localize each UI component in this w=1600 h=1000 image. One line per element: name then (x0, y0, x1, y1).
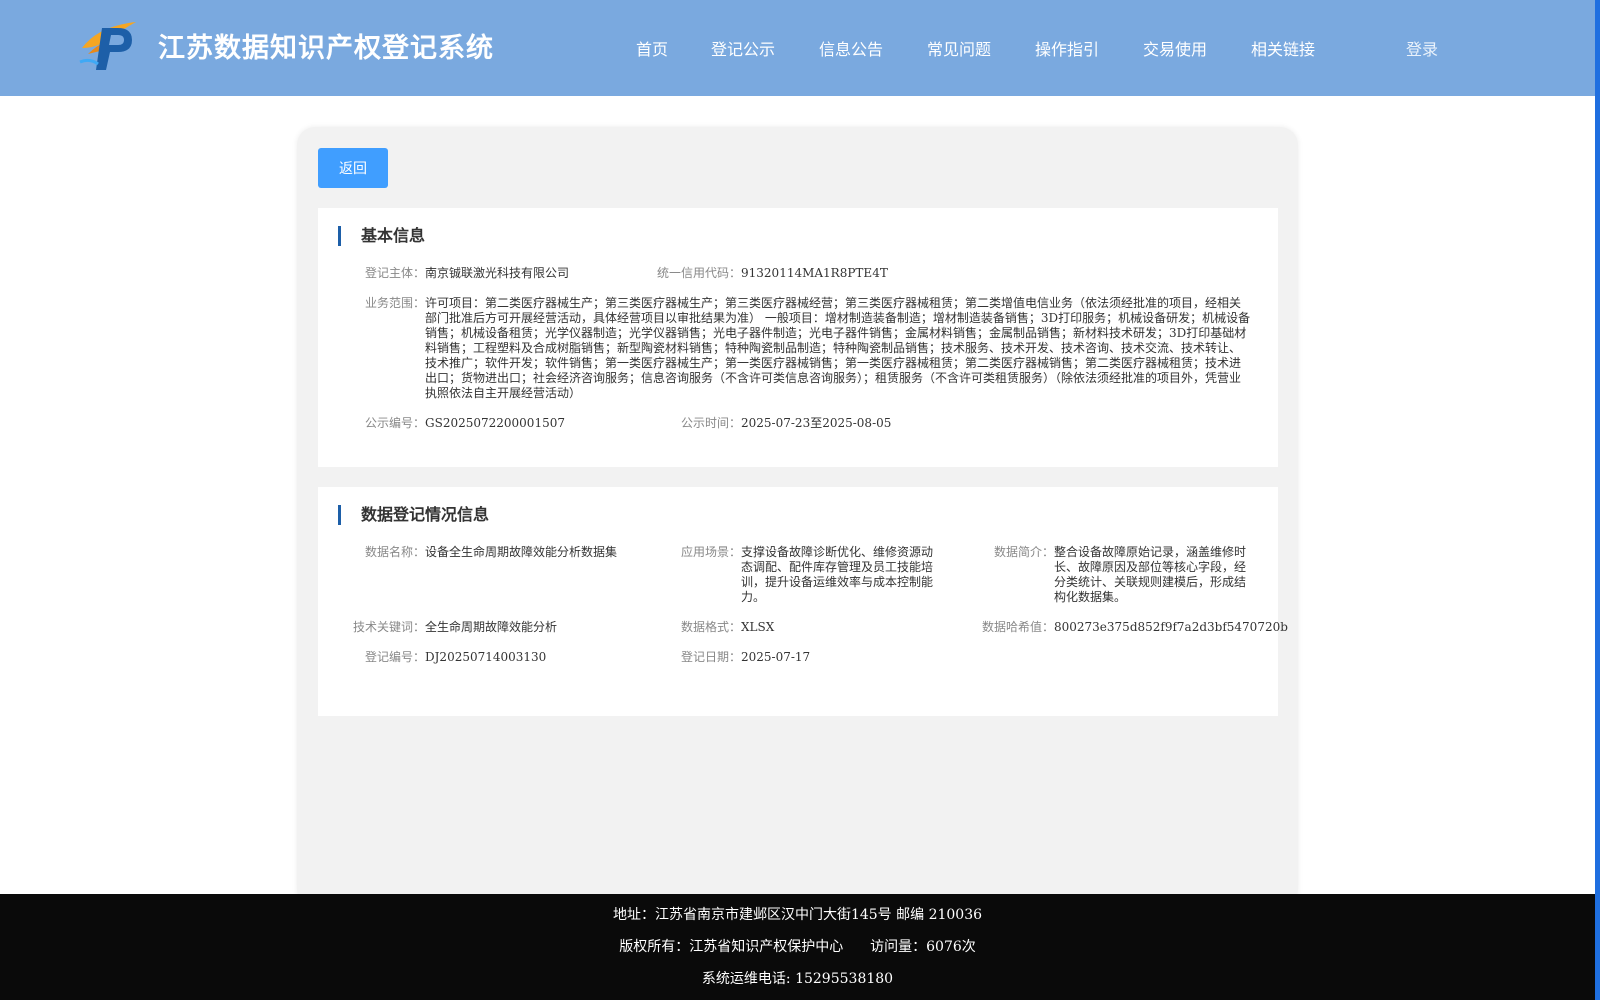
field-value: 2025-07-23至2025-08-05 (741, 416, 892, 430)
field-registration-date: 登记日期： 2025-07-17 (681, 650, 810, 665)
field-value: DJ20250714003130 (425, 650, 547, 664)
field-data-hash: 数据哈希值： 800273e375d852f9f7a2d3bf5470720b (982, 620, 1288, 635)
detail-panel: 返回 基本信息 登记主体： 南京铖联激光科技有限公司 统一信用代码： 91320… (297, 127, 1298, 907)
back-button[interactable]: 返回 (318, 148, 388, 188)
top-header: 江苏数据知识产权登记系统 首页 登记公示 信息公告 常见问题 操作指引 交易使用… (0, 0, 1595, 96)
field-notice-number: 公示编号： GS2025072200001507 (365, 416, 565, 431)
field-credit-code: 统一信用代码： 91320114MA1R8PTE4T (657, 266, 888, 281)
login-link[interactable]: 登录 (1406, 36, 1438, 60)
field-subject: 登记主体： 南京铖联激光科技有限公司 (365, 266, 569, 281)
footer-copyright-line: 版权所有：江苏省知识产权保护中心 访问量：6076次 (0, 936, 1595, 956)
nav-item-announcements[interactable]: 信息公告 (819, 36, 883, 60)
basic-info-card: 基本信息 登记主体： 南京铖联激光科技有限公司 统一信用代码： 91320114… (318, 208, 1278, 467)
nav-item-faq[interactable]: 常见问题 (927, 36, 991, 60)
logo-icon (79, 22, 136, 70)
field-data-name: 数据名称： 设备全生命周期故障效能分析数据集 (365, 545, 617, 560)
nav-item-home[interactable]: 首页 (636, 36, 668, 60)
footer-visits: 访问量：6076次 (870, 939, 976, 955)
nav-item-guide[interactable]: 操作指引 (1035, 36, 1099, 60)
field-value: 91320114MA1R8PTE4T (741, 266, 888, 280)
field-label: 应用场景： (681, 545, 742, 559)
field-value: 许可项目：第二类医疗器械生产；第三类医疗器械生产；第三类医疗器械经营；第三类医疗… (425, 296, 1251, 400)
window-edge (1595, 0, 1600, 1000)
field-registration-number: 登记编号： DJ20250714003130 (365, 650, 546, 665)
page-footer: 地址：江苏省南京市建邺区汉中门大街145号 邮编 210036 版权所有：江苏省… (0, 894, 1595, 1000)
field-value: 整合设备故障原始记录，涵盖维修时长、故障原因及部位等核心字段，经分类统计、关联规… (1054, 545, 1247, 604)
field-value: 南京铖联激光科技有限公司 (425, 266, 570, 280)
field-value: 设备全生命周期故障效能分析数据集 (425, 545, 618, 559)
field-business-scope: 业务范围： 许可项目：第二类医疗器械生产；第三类医疗器械生产；第三类医疗器械经营… (365, 296, 1253, 401)
nav-item-trading[interactable]: 交易使用 (1143, 36, 1207, 60)
field-value: 800273e375d852f9f7a2d3bf5470720b (1054, 620, 1288, 634)
nav-item-links[interactable]: 相关链接 (1251, 36, 1315, 60)
field-tech-keyword: 技术关键词： 全生命周期故障效能分析 (353, 620, 557, 635)
field-label: 数据简介： (994, 545, 1055, 559)
field-label: 登记编号： (365, 650, 426, 664)
field-value: GS2025072200001507 (425, 416, 565, 430)
footer-phone: 系统运维电话: 15295538180 (701, 971, 894, 987)
field-label: 公示时间： (681, 416, 742, 430)
nav-item-registration-public[interactable]: 登记公示 (711, 36, 775, 60)
section-title-data: 数据登记情况信息 (338, 505, 489, 525)
field-label: 技术关键词： (353, 620, 426, 634)
field-label: 统一信用代码： (657, 266, 742, 280)
data-registration-card: 数据登记情况信息 数据名称： 设备全生命周期故障效能分析数据集 应用场景： 支撑… (318, 487, 1288, 716)
footer-address: 地址：江苏省南京市建邺区汉中门大街145号 邮编 210036 (612, 907, 983, 923)
section-title-basic: 基本信息 (338, 226, 425, 246)
field-label: 数据哈希值： (982, 620, 1055, 634)
field-data-format: 数据格式： XLSX (681, 620, 774, 635)
footer-copyright: 版权所有：江苏省知识产权保护中心 (619, 939, 844, 955)
field-value: 全生命周期故障效能分析 (425, 620, 558, 634)
field-label: 数据格式： (681, 620, 742, 634)
field-label: 公示编号： (365, 416, 426, 430)
field-value: XLSX (741, 620, 775, 634)
field-value: 2025-07-17 (741, 650, 811, 664)
field-label: 业务范围： (365, 296, 426, 310)
field-application-scene: 应用场景： 支撑设备故障诊断优化、维修资源动态调配、配件库存管理及员工技能培训，… (681, 545, 937, 605)
field-label: 登记日期： (681, 650, 742, 664)
field-data-intro: 数据简介： 整合设备故障原始记录，涵盖维修时长、故障原因及部位等核心字段，经分类… (994, 545, 1250, 605)
field-notice-time: 公示时间： 2025-07-23至2025-08-05 (681, 416, 891, 431)
field-label: 登记主体： (365, 266, 426, 280)
field-label: 数据名称： (365, 545, 426, 559)
site-title: 江苏数据知识产权登记系统 (158, 33, 494, 64)
field-value: 支撑设备故障诊断优化、维修资源动态调配、配件库存管理及员工技能培训，提升设备运维… (741, 545, 934, 604)
